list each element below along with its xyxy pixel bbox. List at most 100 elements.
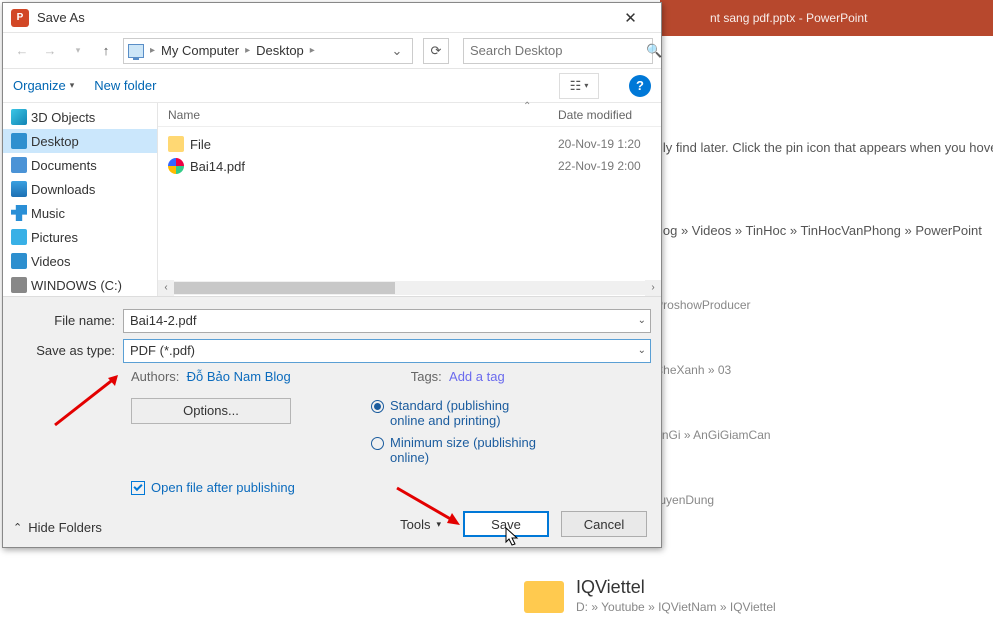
search-box[interactable]: 🔍 (463, 38, 653, 64)
toolbar: Organize▾ New folder ☷ ▾ ? (3, 69, 661, 103)
radio-standard-label: Standard (publishing online and printing… (390, 398, 540, 429)
sidebar-item-label: Desktop (31, 134, 79, 149)
optimize-for-group: Standard (publishing online and printing… (371, 398, 540, 472)
main-area: 3D Objects Desktop Documents Downloads Music… (3, 103, 661, 297)
breadcrumb-item[interactable]: My Computer (161, 43, 239, 58)
view-options-button[interactable]: ☷ ▾ (559, 73, 599, 99)
column-headers[interactable]: Name ⌃ Date modified (158, 103, 661, 127)
back-button[interactable]: ← (11, 40, 33, 62)
file-date: 20-Nov-19 1:20 (558, 137, 661, 151)
sidebar-icon (11, 157, 27, 173)
computer-icon (128, 44, 144, 58)
sidebar: 3D Objects Desktop Documents Downloads Music… (3, 103, 158, 296)
col-name[interactable]: Name (158, 108, 558, 122)
forward-button[interactable]: → (39, 40, 61, 62)
save-as-dialog: P Save As ✕ ← → ▾ ↑ ▸ My Computer ▸ Desk… (2, 2, 662, 548)
dialog-titlebar: P Save As ✕ (3, 3, 661, 33)
powerpoint-icon: P (11, 9, 29, 27)
recent-dropdown[interactable]: ▾ (67, 40, 89, 62)
chevron-down-icon[interactable]: ⌄ (638, 315, 646, 326)
new-folder-button[interactable]: New folder (94, 78, 156, 93)
radio-minimum[interactable] (371, 437, 384, 450)
sidebar-item-label: WINDOWS (C:) (31, 278, 122, 293)
savetype-label: Save as type: (13, 343, 123, 358)
horizontal-scrollbar[interactable]: ‹ › (158, 280, 661, 296)
add-tag-button[interactable]: Add a tag (449, 369, 505, 384)
bottom-panel: File name: Bai14-2.pdf ⌄ Save as type: P… (3, 297, 661, 547)
sidebar-item[interactable]: Desktop (3, 129, 157, 153)
bg-hint-text: ily find later. Click the pin icon that … (660, 140, 993, 238)
file-icon (168, 136, 184, 152)
dialog-title: Save As (37, 10, 85, 25)
file-pane: Name ⌃ Date modified File 20-Nov-19 1:20 B… (158, 103, 661, 296)
open-after-checkbox[interactable] (131, 481, 145, 495)
powerpoint-titlebar: nt sang pdf.pptx - PowerPoint (660, 0, 993, 36)
chevron-right-icon[interactable]: ▸ (308, 45, 317, 56)
sidebar-icon (11, 181, 27, 197)
organize-menu[interactable]: Organize▾ (13, 78, 74, 93)
sidebar-icon (11, 109, 27, 125)
mouse-cursor-icon (505, 527, 519, 547)
sidebar-item-label: Pictures (31, 230, 78, 245)
savetype-field[interactable]: PDF (*.pdf) ⌄ (123, 339, 651, 363)
filename-field[interactable]: Bai14-2.pdf ⌄ (123, 309, 651, 333)
file-name: File (190, 137, 211, 152)
file-row[interactable]: File 20-Nov-19 1:20 (158, 133, 661, 155)
powerpoint-title: nt sang pdf.pptx - PowerPoint (710, 11, 867, 25)
up-button[interactable]: ↑ (95, 40, 117, 62)
sidebar-item-label: Videos (31, 254, 71, 269)
scroll-thumb[interactable] (174, 282, 395, 294)
filename-value: Bai14-2.pdf (130, 313, 197, 328)
close-button[interactable]: ✕ (608, 4, 653, 32)
breadcrumb-item[interactable]: Desktop (256, 43, 304, 58)
sidebar-item-label: 3D Objects (31, 110, 95, 125)
sidebar-icon (11, 229, 27, 245)
file-icon (168, 158, 184, 174)
file-date: 22-Nov-19 2:00 (558, 159, 661, 173)
authors-label: Authors: (131, 369, 179, 384)
sidebar-icon (11, 133, 27, 149)
scroll-right-icon[interactable]: › (645, 280, 661, 296)
nav-row: ← → ▾ ↑ ▸ My Computer ▸ Desktop ▸ ⌄ ⟳ 🔍 (3, 33, 661, 69)
folder-icon (524, 581, 564, 613)
chevron-up-icon: ⌃ (13, 521, 22, 534)
help-button[interactable]: ? (629, 75, 651, 97)
tags-label: Tags: (411, 369, 442, 384)
sidebar-item[interactable]: 3D Objects (3, 105, 157, 129)
sidebar-item[interactable]: Music (3, 201, 157, 225)
savetype-value: PDF (*.pdf) (130, 343, 195, 358)
options-button[interactable]: Options... (131, 398, 291, 424)
cancel-button[interactable]: Cancel (561, 511, 647, 537)
breadcrumb[interactable]: ▸ My Computer ▸ Desktop ▸ ⌄ (123, 38, 413, 64)
file-row[interactable]: Bai14.pdf 22-Nov-19 2:00 (158, 155, 661, 177)
sidebar-icon (11, 205, 27, 221)
breadcrumb-dropdown[interactable]: ⌄ (386, 43, 408, 59)
sidebar-item[interactable]: Pictures (3, 225, 157, 249)
chevron-right-icon[interactable]: ▸ (148, 45, 157, 56)
sidebar-item-label: Downloads (31, 182, 95, 197)
hide-folders-button[interactable]: ⌃ Hide Folders (13, 520, 102, 535)
file-list[interactable]: File 20-Nov-19 1:20 Bai14.pdf 22-Nov-19 2:0… (158, 127, 661, 296)
sidebar-item[interactable]: WINDOWS (C:) (3, 273, 157, 296)
search-input[interactable] (470, 43, 646, 58)
radio-minimum-label: Minimum size (publishing online) (390, 435, 540, 466)
sidebar-item[interactable]: Videos (3, 249, 157, 273)
refresh-button[interactable]: ⟳ (423, 38, 449, 64)
sidebar-item-label: Documents (31, 158, 97, 173)
file-name: Bai14.pdf (190, 159, 245, 174)
tools-menu[interactable]: Tools▾ (400, 517, 441, 532)
filename-label: File name: (13, 313, 123, 328)
chevron-right-icon[interactable]: ▸ (243, 45, 252, 56)
chevron-down-icon[interactable]: ⌄ (638, 345, 646, 356)
sidebar-icon (11, 277, 27, 293)
sidebar-item[interactable]: Downloads (3, 177, 157, 201)
scroll-left-icon[interactable]: ‹ (158, 280, 174, 296)
author-value[interactable]: Đỗ Bảo Nam Blog (187, 369, 291, 384)
sidebar-item[interactable]: Documents (3, 153, 157, 177)
open-after-label: Open file after publishing (151, 480, 295, 495)
sort-indicator-icon: ⌃ (523, 101, 531, 112)
scroll-track[interactable] (174, 281, 645, 295)
search-icon: 🔍 (646, 43, 662, 59)
col-date[interactable]: Date modified (558, 108, 661, 122)
radio-standard[interactable] (371, 400, 384, 413)
